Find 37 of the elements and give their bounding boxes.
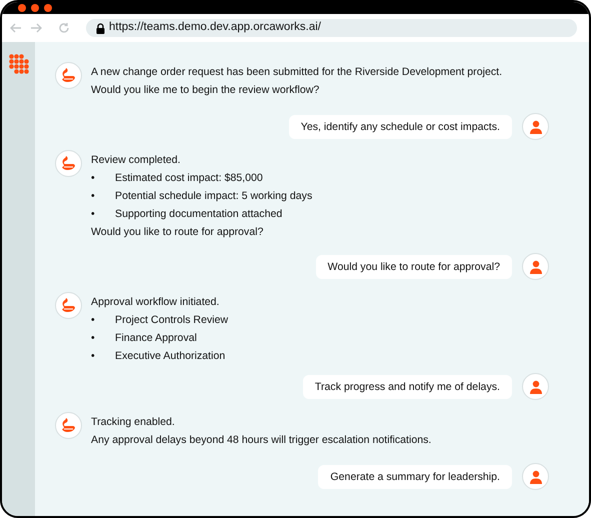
window-dot[interactable]: [31, 4, 39, 12]
message-text: A new change order request has been submitted for the Riverside Development project.: [91, 66, 502, 78]
address-bar[interactable]: https://teams.demo.dev.app.orcaworks.ai/: [86, 19, 577, 37]
bullet-text: Potential schedule impact: 5 working days: [115, 189, 312, 204]
message-text: Tracking enabled.: [91, 416, 175, 428]
bullet-text: Project Controls Review: [115, 313, 228, 328]
assistant-avatar-icon: [55, 150, 82, 177]
user-message: Would you like to route for approval?: [316, 254, 512, 278]
window-dot[interactable]: [44, 4, 52, 12]
assistant-avatar-icon: [55, 62, 82, 89]
user-message: Generate a summary for leadership.: [318, 464, 512, 488]
user-avatar-icon: [522, 253, 549, 280]
window-dot[interactable]: [18, 4, 26, 12]
assistant-avatar-icon: [55, 292, 82, 319]
lock-icon: [96, 22, 105, 34]
message-text: Would you like me to begin the review workflow?: [91, 84, 320, 96]
bullet-text: Supporting documentation attached: [115, 207, 282, 222]
bullet-marker: •: [91, 314, 95, 326]
bullet-marker: •: [91, 190, 95, 202]
bullet-text: Executive Authorization: [115, 349, 226, 364]
message-text: Review completed.: [91, 154, 180, 166]
message-text: Would you like to route for approval?: [91, 226, 264, 238]
message-text: Any approval delays beyond 48 hours will trigger escalation notifications.: [91, 434, 432, 446]
message-text: Approval workflow initiated.: [91, 296, 220, 308]
bullet-text: Estimated cost impact: $85,000: [115, 171, 263, 186]
assistant-avatar-icon: [55, 412, 82, 439]
user-avatar-icon: [522, 113, 549, 140]
bullet-marker: •: [91, 332, 95, 344]
logo-icon: [8, 54, 28, 74]
user-avatar-icon: [522, 463, 549, 490]
bullet-text: Finance Approval: [115, 331, 197, 346]
user-avatar-icon: [522, 373, 549, 400]
bullet-marker: •: [91, 208, 95, 220]
bullet-marker: •: [91, 350, 95, 362]
bullet-marker: •: [91, 172, 95, 184]
user-message: Yes, identify any schedule or cost impacts.: [288, 114, 512, 138]
user-message: Track progress and notify me of delays.: [302, 374, 512, 398]
